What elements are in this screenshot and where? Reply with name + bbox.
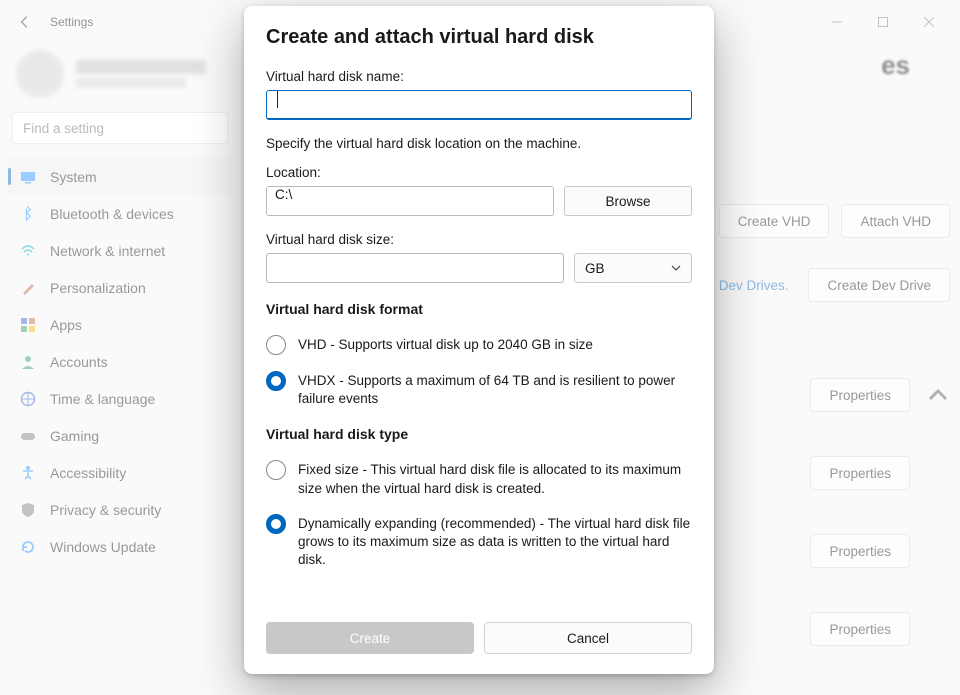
app-title: Settings [50, 15, 93, 29]
dev-drives-link[interactable]: Dev Drives. [719, 278, 789, 293]
vhd-name-label: Virtual hard disk name: [266, 69, 692, 84]
properties-button[interactable]: Properties [810, 378, 910, 412]
sidebar-item-label: Privacy & security [50, 502, 161, 518]
globe-icon [20, 391, 36, 407]
sidebar-item-accounts[interactable]: Accounts [8, 343, 232, 380]
radio-icon [266, 371, 286, 391]
radio-icon [266, 335, 286, 355]
sidebar-item-label: Personalization [50, 280, 146, 296]
sidebar-item-label: Time & language [50, 391, 155, 407]
sidebar-item-system[interactable]: System [8, 158, 232, 195]
profile-block[interactable] [8, 44, 232, 112]
profile-name [76, 60, 206, 74]
format-option-vhdx[interactable]: VHDX - Supports a maximum of 64 TB and i… [266, 371, 692, 408]
chevron-down-icon [671, 263, 681, 273]
maximize-icon [878, 17, 888, 27]
cancel-button[interactable]: Cancel [484, 622, 692, 654]
sidebar-item-label: Gaming [50, 428, 99, 444]
location-input[interactable]: C:\ [266, 186, 554, 216]
sidebar-item-label: Bluetooth & devices [50, 206, 174, 222]
type-option-fixed[interactable]: Fixed size - This virtual hard disk file… [266, 460, 692, 497]
attach-vhd-button[interactable]: Attach VHD [841, 204, 950, 238]
format-option-label: VHDX - Supports a maximum of 64 TB and i… [298, 371, 692, 408]
minimize-icon [832, 17, 842, 27]
format-option-vhd[interactable]: VHD - Supports virtual disk up to 2040 G… [266, 335, 692, 355]
profile-email [76, 78, 186, 88]
properties-button[interactable]: Properties [810, 456, 910, 490]
sidebar-item-gaming[interactable]: Gaming [8, 417, 232, 454]
create-dev-drive-button[interactable]: Create Dev Drive [808, 268, 950, 302]
gamepad-icon [20, 428, 36, 444]
sidebar-item-label: Accessibility [50, 465, 126, 481]
close-icon [924, 17, 934, 27]
location-label: Location: [266, 165, 692, 180]
back-button[interactable] [8, 5, 42, 39]
sidebar-item-bluetooth[interactable]: Bluetooth & devices [8, 195, 232, 232]
sidebar-item-label: Apps [50, 317, 82, 333]
create-vhd-button[interactable]: Create VHD [719, 204, 830, 238]
size-input[interactable] [266, 253, 564, 283]
properties-button[interactable]: Properties [810, 612, 910, 646]
sidebar-item-label: Windows Update [50, 539, 156, 555]
maximize-button[interactable] [860, 6, 906, 38]
minimize-button[interactable] [814, 6, 860, 38]
size-unit-value: GB [585, 261, 605, 276]
chevron-up-icon[interactable] [926, 383, 950, 407]
sidebar-item-accessibility[interactable]: Accessibility [8, 454, 232, 491]
bluetooth-icon [20, 206, 36, 222]
dialog-title: Create and attach virtual hard disk [266, 26, 692, 49]
location-description: Specify the virtual hard disk location o… [266, 136, 692, 151]
sidebar-item-update[interactable]: Windows Update [8, 528, 232, 565]
dialog-footer: Create Cancel [244, 608, 714, 674]
sidebar-item-apps[interactable]: Apps [8, 306, 232, 343]
create-button[interactable]: Create [266, 622, 474, 654]
sidebar-item-privacy[interactable]: Privacy & security [8, 491, 232, 528]
shield-icon [20, 502, 36, 518]
sidebar-item-network[interactable]: Network & internet [8, 232, 232, 269]
size-unit-select[interactable]: GB [574, 253, 692, 283]
browse-button[interactable]: Browse [564, 186, 692, 216]
search-placeholder: Find a setting [23, 121, 104, 136]
format-option-label: VHD - Supports virtual disk up to 2040 G… [298, 335, 593, 354]
size-label: Virtual hard disk size: [266, 232, 692, 247]
properties-button[interactable]: Properties [810, 534, 910, 568]
paintbrush-icon [20, 280, 36, 296]
format-section-title: Virtual hard disk format [266, 301, 692, 317]
nav-list: System Bluetooth & devices Network & int… [8, 158, 232, 565]
side-panel: Find a setting System Bluetooth & device… [0, 44, 240, 565]
sidebar-item-label: System [50, 169, 97, 185]
person-icon [20, 354, 36, 370]
radio-icon [266, 460, 286, 480]
search-input[interactable]: Find a setting [12, 112, 228, 144]
arrow-left-icon [18, 15, 32, 29]
sidebar-item-time[interactable]: Time & language [8, 380, 232, 417]
type-option-dynamic[interactable]: Dynamically expanding (recommended) - Th… [266, 514, 692, 570]
sidebar-item-personalization[interactable]: Personalization [8, 269, 232, 306]
radio-icon [266, 514, 286, 534]
avatar [16, 50, 64, 98]
sidebar-item-label: Accounts [50, 354, 108, 370]
type-section-title: Virtual hard disk type [266, 426, 692, 442]
type-option-label: Dynamically expanding (recommended) - Th… [298, 514, 692, 570]
update-icon [20, 539, 36, 555]
apps-icon [20, 317, 36, 333]
create-vhd-dialog: Create and attach virtual hard disk Virt… [244, 6, 714, 674]
display-icon [20, 169, 36, 185]
wifi-icon [20, 243, 36, 259]
type-option-label: Fixed size - This virtual hard disk file… [298, 460, 692, 497]
vhd-name-input[interactable] [266, 90, 692, 120]
accessibility-icon [20, 465, 36, 481]
sidebar-item-label: Network & internet [50, 243, 165, 259]
close-button[interactable] [906, 6, 952, 38]
